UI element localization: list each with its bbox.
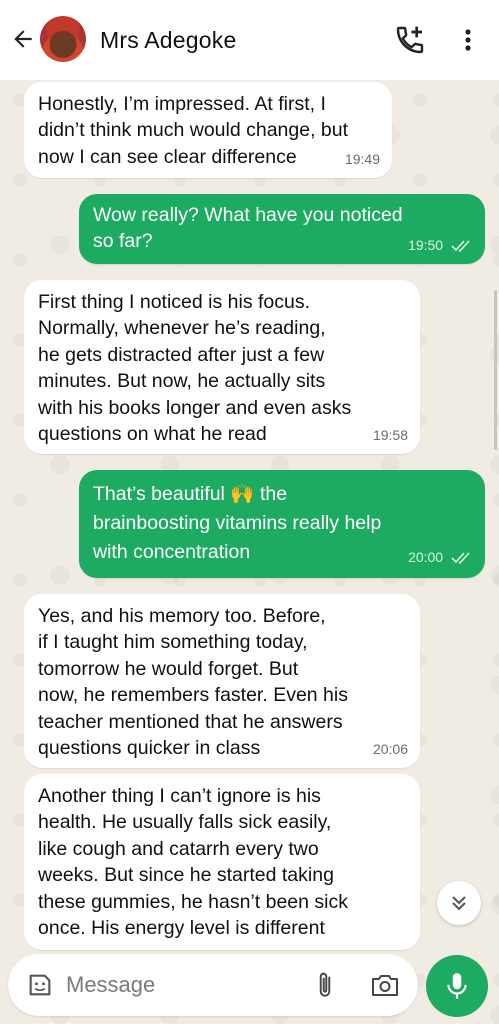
message-time-wrap: 19:50 [408, 232, 473, 258]
message-incoming[interactable]: Another thing I can’t ignore is his heal… [24, 774, 420, 950]
message-time: 20:00 [408, 549, 444, 565]
message-text: First thing I noticed is his focus. Norm… [38, 291, 352, 446]
mic-icon [447, 973, 467, 999]
voice-record-button[interactable] [426, 955, 488, 1017]
chevron-double-down-icon [452, 896, 466, 911]
message-incoming[interactable]: Yes, and his memory too. Before, if I ta… [24, 594, 420, 768]
arrow-left-icon[interactable] [10, 26, 36, 52]
message-time: 19:50 [408, 236, 444, 253]
message-outgoing[interactable]: Wow really? What have you noticed so far… [79, 194, 485, 264]
paperclip-icon[interactable] [312, 970, 338, 1000]
message-time-wrap: 20:00 [408, 543, 473, 572]
avatar[interactable] [40, 16, 86, 62]
message-text: Yes, and his memory too. Before, if I ta… [38, 605, 348, 760]
sticker-icon[interactable] [26, 971, 54, 999]
camera-icon[interactable] [370, 971, 400, 999]
scrollbar[interactable] [494, 290, 497, 450]
message-composer: Message [8, 954, 418, 1016]
add-call-icon[interactable] [394, 24, 426, 56]
contact-name[interactable]: Mrs Adegoke [100, 27, 236, 54]
double-check-icon [451, 552, 470, 565]
scroll-to-bottom-button[interactable] [437, 881, 481, 925]
more-vertical-icon[interactable] [458, 24, 478, 56]
message-text: Honestly, I’m impressed. At first, I did… [38, 93, 349, 168]
chat-header: Mrs Adegoke [0, 0, 499, 80]
message-time: 19:49 [344, 150, 380, 167]
message-incoming[interactable]: Honestly, I’m impressed. At first, I did… [24, 82, 392, 178]
message-time: 19:58 [372, 426, 408, 443]
message-time: 20:06 [372, 740, 408, 757]
message-text: Another thing I can’t ignore is his heal… [38, 785, 349, 940]
message-input[interactable]: Message [66, 972, 155, 998]
double-check-icon [451, 240, 470, 253]
message-incoming[interactable]: First thing I noticed is his focus. Norm… [24, 280, 420, 454]
message-outgoing[interactable]: That’s beautiful 🙌 the brainboosting vit… [79, 470, 485, 578]
